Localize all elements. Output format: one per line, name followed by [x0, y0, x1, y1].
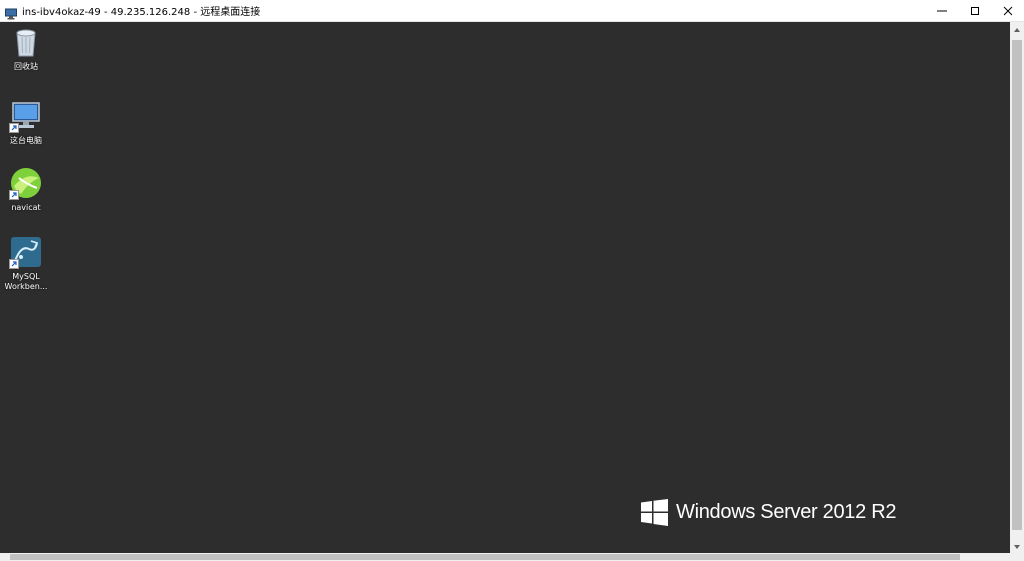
shortcut-arrow-icon — [9, 190, 19, 200]
shortcut-arrow-icon — [9, 123, 19, 133]
close-button[interactable] — [991, 0, 1024, 21]
title-bar[interactable]: ins-ibv4okaz-49 - 49.235.126.248 - 远程桌面连… — [0, 0, 1024, 22]
window-controls — [925, 0, 1024, 21]
desktop-icon-label: navicat — [11, 203, 41, 212]
horizontal-scrollbar[interactable] — [0, 553, 1010, 561]
shortcut-arrow-icon — [9, 259, 19, 269]
desktop-icon-label: MySQL Workben... — [4, 272, 48, 291]
maximize-button[interactable] — [958, 0, 991, 21]
close-icon — [1003, 6, 1012, 15]
desktop-icon-navicat[interactable]: navicat — [0, 166, 52, 213]
windows-logo-icon — [641, 499, 668, 526]
window-title: ins-ibv4okaz-49 - 49.235.126.248 - 远程桌面连… — [22, 7, 261, 18]
desktop-icon-mysql-workbench[interactable]: MySQL Workben... — [0, 235, 52, 292]
scrollbar-corner — [1010, 553, 1024, 561]
computer-icon — [9, 99, 43, 133]
desktop-icon-label: 这台电脑 — [10, 136, 42, 145]
maximize-icon — [970, 6, 979, 15]
windows-server-branding: Windows Server 2012 R2 — [641, 499, 896, 526]
vertical-scroll-thumb[interactable] — [1012, 40, 1022, 530]
horizontal-scroll-thumb[interactable] — [10, 554, 960, 560]
remote-desktop-icon[interactable] — [5, 5, 17, 19]
navicat-icon — [9, 166, 43, 200]
remote-desktop[interactable]: 回收站 这台电脑 navicat MySQL Workben... Window… — [0, 22, 1010, 553]
minimize-icon — [936, 10, 947, 11]
scroll-up-icon[interactable] — [1010, 22, 1024, 36]
desktop-icon-label: 回收站 — [14, 62, 38, 71]
desktop-icon-this-pc[interactable]: 这台电脑 — [0, 99, 52, 146]
desktop-icon-recycle-bin[interactable]: 回收站 — [0, 25, 52, 72]
recycle-bin-icon — [9, 25, 43, 59]
vertical-scrollbar[interactable] — [1010, 22, 1024, 553]
scroll-down-icon[interactable] — [1010, 539, 1024, 553]
minimize-button[interactable] — [925, 0, 958, 21]
mysql-workbench-icon — [9, 235, 43, 269]
branding-text: Windows Server 2012 R2 — [676, 501, 897, 523]
